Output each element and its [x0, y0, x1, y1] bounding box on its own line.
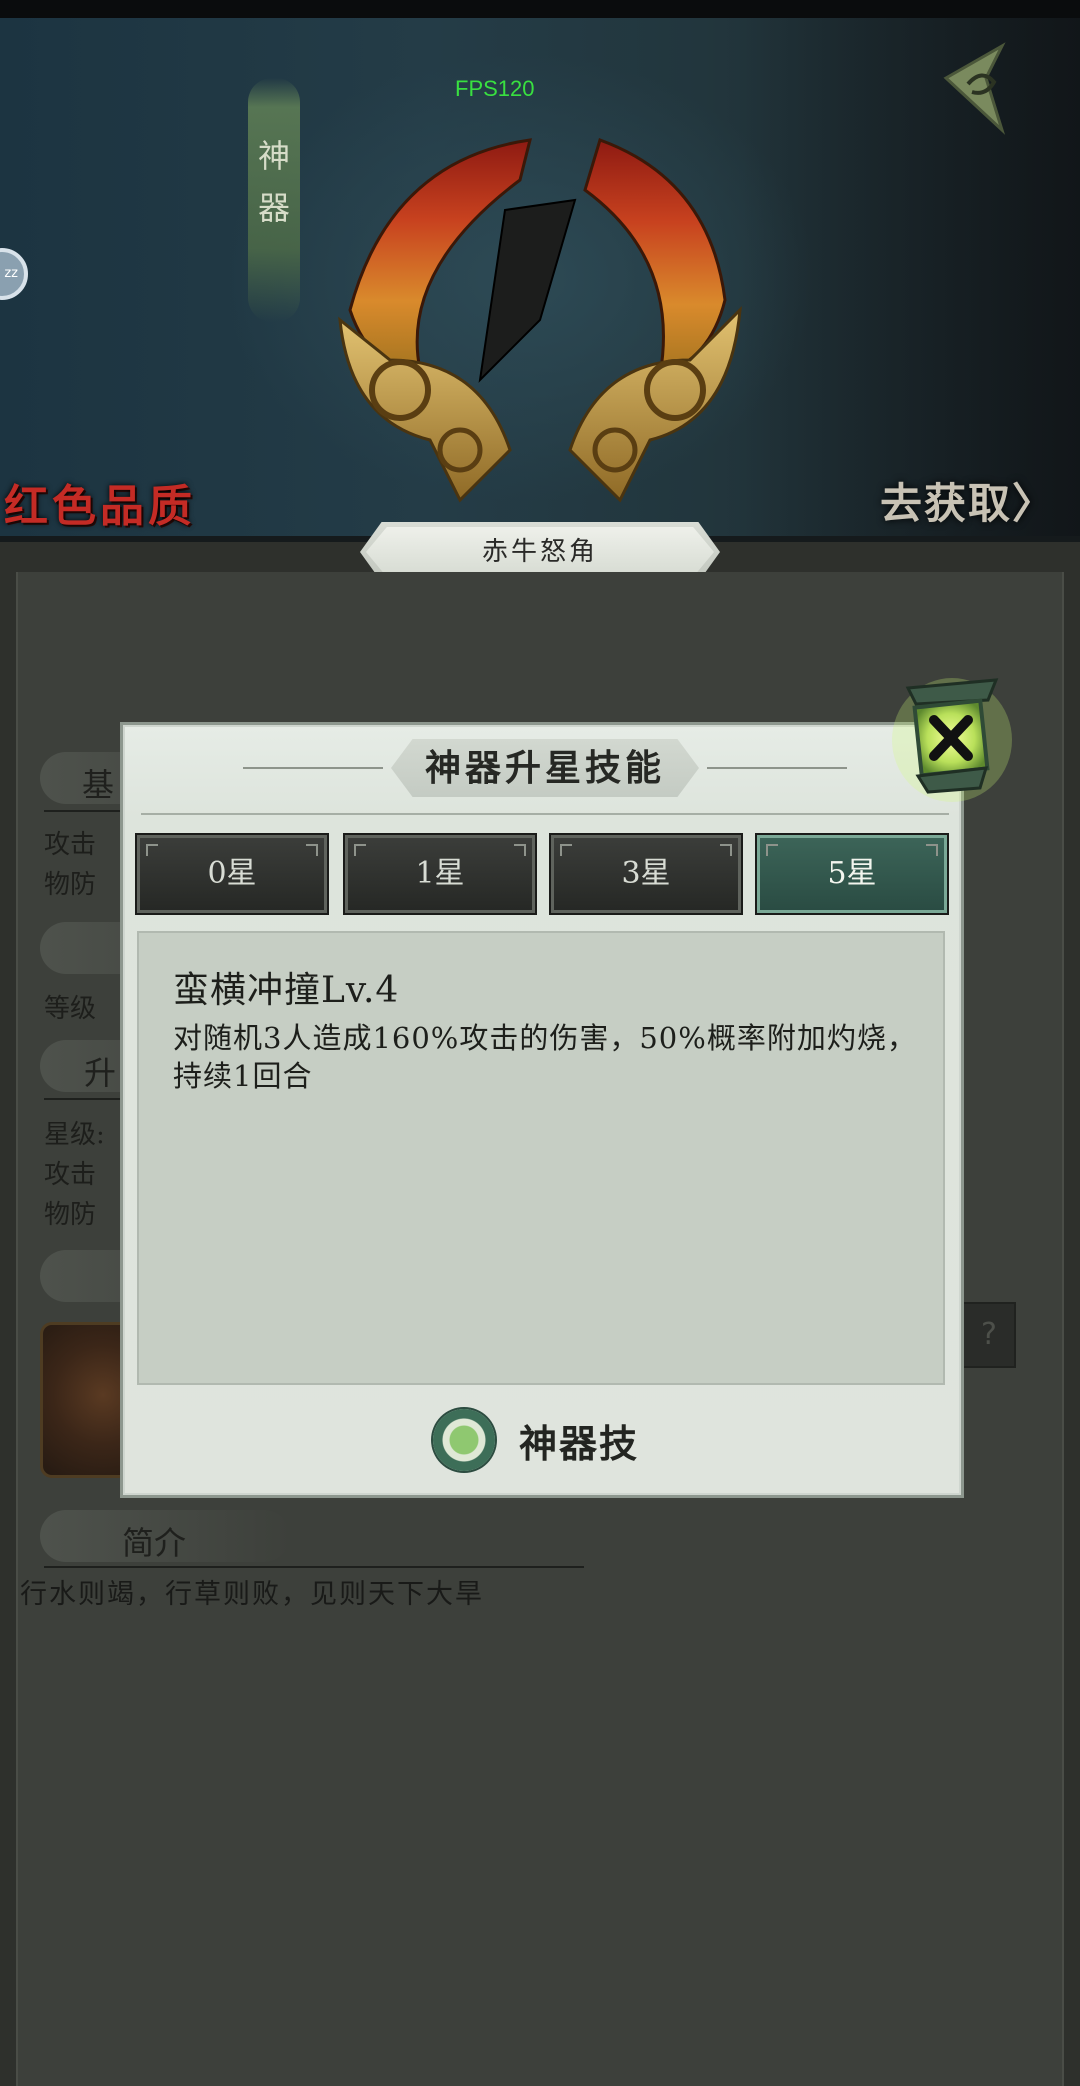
- category-tag: 神 器: [248, 78, 300, 322]
- intro-text: 行水则竭，行草则败，见则天下大旱: [20, 1579, 484, 1610]
- help-button[interactable]: ?: [962, 1302, 1016, 1368]
- obtain-link[interactable]: 去获取〉: [880, 470, 1056, 531]
- title-ornament-right: [707, 767, 847, 769]
- tab-3-star[interactable]: 3星: [549, 833, 743, 915]
- tab-0-star[interactable]: 0星: [135, 833, 329, 915]
- section-header-basic-label: 基: [82, 766, 115, 804]
- quality-label: 红色品质: [4, 481, 196, 532]
- artifact-skill-label: 神器技: [519, 1421, 640, 1466]
- tab-5-star[interactable]: 5星: [755, 833, 949, 915]
- dialog-title-bar: 神器升星技能: [123, 735, 967, 801]
- skill-detail-box: 蛮横冲撞Lv.4 对随机3人造成160%攻击的伤害，50%概率附加灼烧，持续1回…: [137, 931, 945, 1385]
- star-skill-dialog: 神器升星技能 0星 1星 3星 5星 蛮横冲撞Lv.4 对随机3人造成160%攻…: [120, 722, 964, 1498]
- category-tag-char-1: 神: [257, 137, 290, 175]
- banner-shade: [740, 18, 1080, 540]
- skill-name: 蛮横冲撞Lv.4: [173, 970, 400, 1011]
- category-tag-char-2: 器: [257, 189, 290, 227]
- star-tabs: 0星 1星 3星 5星: [135, 833, 953, 915]
- defense-label: 物防: [44, 870, 97, 900]
- title-divider: [141, 813, 949, 815]
- intro-header: 简介: [122, 1524, 187, 1562]
- fps-counter: FPS120: [455, 76, 535, 101]
- back-arrow-icon[interactable]: [942, 38, 1018, 138]
- section-header-upgrade-label: 升: [84, 1054, 117, 1092]
- star-level-label: 星级:: [44, 1120, 105, 1150]
- radio-selected-icon[interactable]: [433, 1409, 495, 1471]
- attack-label-upgrade: 攻击: [44, 1160, 97, 1190]
- tab-1-star[interactable]: 1星: [343, 833, 537, 915]
- close-lantern-icon[interactable]: [888, 660, 1016, 810]
- attack-label: 攻击: [44, 830, 97, 860]
- skill-description: 对随机3人造成160%攻击的伤害，50%概率附加灼烧，持续1回合: [173, 1021, 917, 1093]
- dialog-title: 神器升星技能: [424, 747, 665, 789]
- divider: [44, 1566, 584, 1568]
- artifact-horn-image: [338, 138, 742, 503]
- top-status-bar: [0, 0, 1080, 18]
- level-label: 等级: [44, 994, 97, 1024]
- section-header-intro: 简介: [40, 1510, 290, 1562]
- artifact-name: 赤牛怒角: [366, 527, 714, 577]
- title-ornament-left: [243, 767, 383, 769]
- defense-label-upgrade: 物防: [44, 1200, 97, 1230]
